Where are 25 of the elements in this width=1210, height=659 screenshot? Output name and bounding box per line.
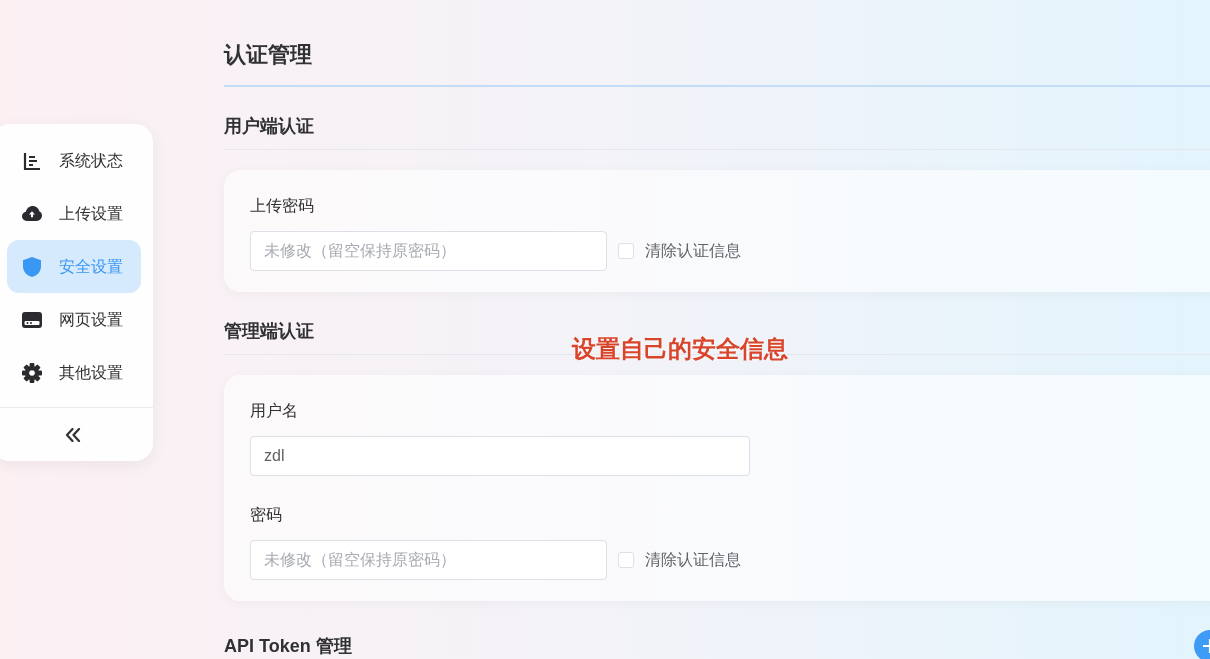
sidebar-item[interactable]: 其他设置 [7,346,141,399]
shield-icon [23,256,41,277]
chart-list-icon [23,151,41,170]
gear-icon [22,362,42,383]
checkbox-label[interactable]: 清除认证信息 [645,548,741,572]
section-title: 用户端认证 [224,116,314,136]
password-field[interactable]: 未修改（留空保持原密码） [250,540,607,580]
panel-icon [22,311,42,328]
double-chevron-left-icon [64,427,81,442]
text-field[interactable]: zdl [250,436,750,476]
field-label: 用户名 [250,401,298,421]
sidebar-item[interactable]: 上传设置 [7,187,141,240]
checkbox[interactable] [618,552,634,568]
checkbox[interactable] [618,243,634,259]
page-title: 认证管理 [224,41,312,69]
sidebar-item[interactable]: 网页设置 [7,293,141,346]
field-label: 上传密码 [250,196,314,216]
sidebar-item[interactable]: 系统状态 [7,134,141,187]
section-title: API Token 管理 [224,636,352,656]
cloud-upload-icon [22,206,42,221]
field-label: 密码 [250,505,282,525]
section-title: 管理端认证 [224,321,314,341]
annotation-text: 设置自己的安全信息 [572,335,788,363]
password-field[interactable]: 未修改（留空保持原密码） [250,231,607,271]
checkbox-label[interactable]: 清除认证信息 [645,239,741,263]
